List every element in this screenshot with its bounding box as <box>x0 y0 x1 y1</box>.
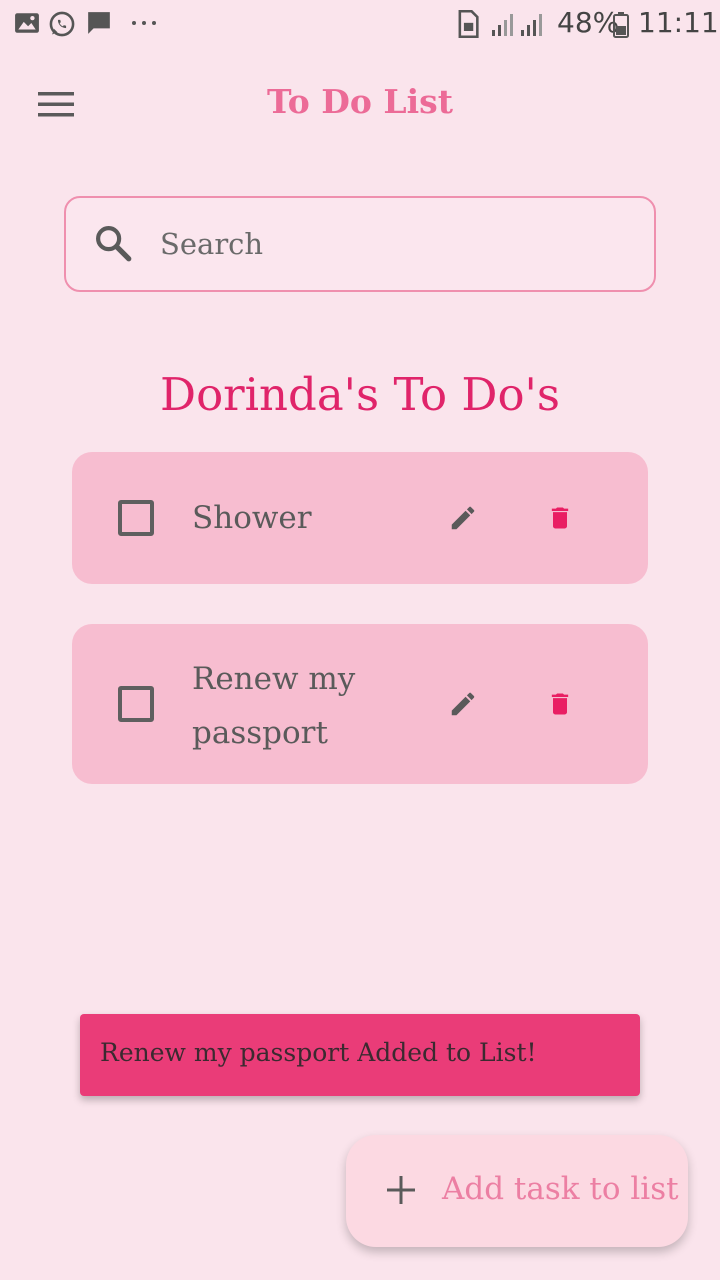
clock: 11:11 <box>638 6 719 39</box>
search-box[interactable] <box>64 196 656 292</box>
edit-icon[interactable] <box>448 689 478 723</box>
snackbar: Renew my passport Added to List! <box>80 1014 640 1096</box>
battery-icon <box>613 12 629 42</box>
status-bar: 48% 11:11 <box>0 0 720 50</box>
snackbar-message: Renew my passport Added to List! <box>100 1038 537 1067</box>
search-icon <box>92 222 134 268</box>
task-card: Shower <box>72 452 648 584</box>
task-checkbox[interactable] <box>118 500 154 536</box>
add-task-label: Add task to list <box>442 1171 679 1207</box>
plus-icon <box>384 1173 418 1211</box>
battery-percent: 48% <box>557 6 620 39</box>
sim-icon <box>456 9 480 42</box>
add-task-button[interactable]: Add task to list <box>346 1135 688 1247</box>
app-screen: 48% 11:11 To Do List Dorinda's To Do's S… <box>0 0 720 1280</box>
delete-icon[interactable] <box>546 689 574 723</box>
task-label: Shower <box>192 500 312 536</box>
whatsapp-icon <box>48 10 76 42</box>
message-icon <box>86 10 112 40</box>
task-label: Renew my passport <box>192 661 356 751</box>
task-card: Renew my passport <box>72 624 648 784</box>
gallery-icon <box>14 10 40 40</box>
search-input[interactable] <box>160 216 630 272</box>
edit-icon[interactable] <box>448 503 478 537</box>
delete-icon[interactable] <box>546 503 574 537</box>
more-dots-icon <box>130 14 158 36</box>
task-checkbox[interactable] <box>118 686 154 722</box>
signal-icon <box>490 10 548 42</box>
list-heading: Dorinda's To Do's <box>159 368 560 421</box>
app-title: To Do List <box>267 82 453 121</box>
